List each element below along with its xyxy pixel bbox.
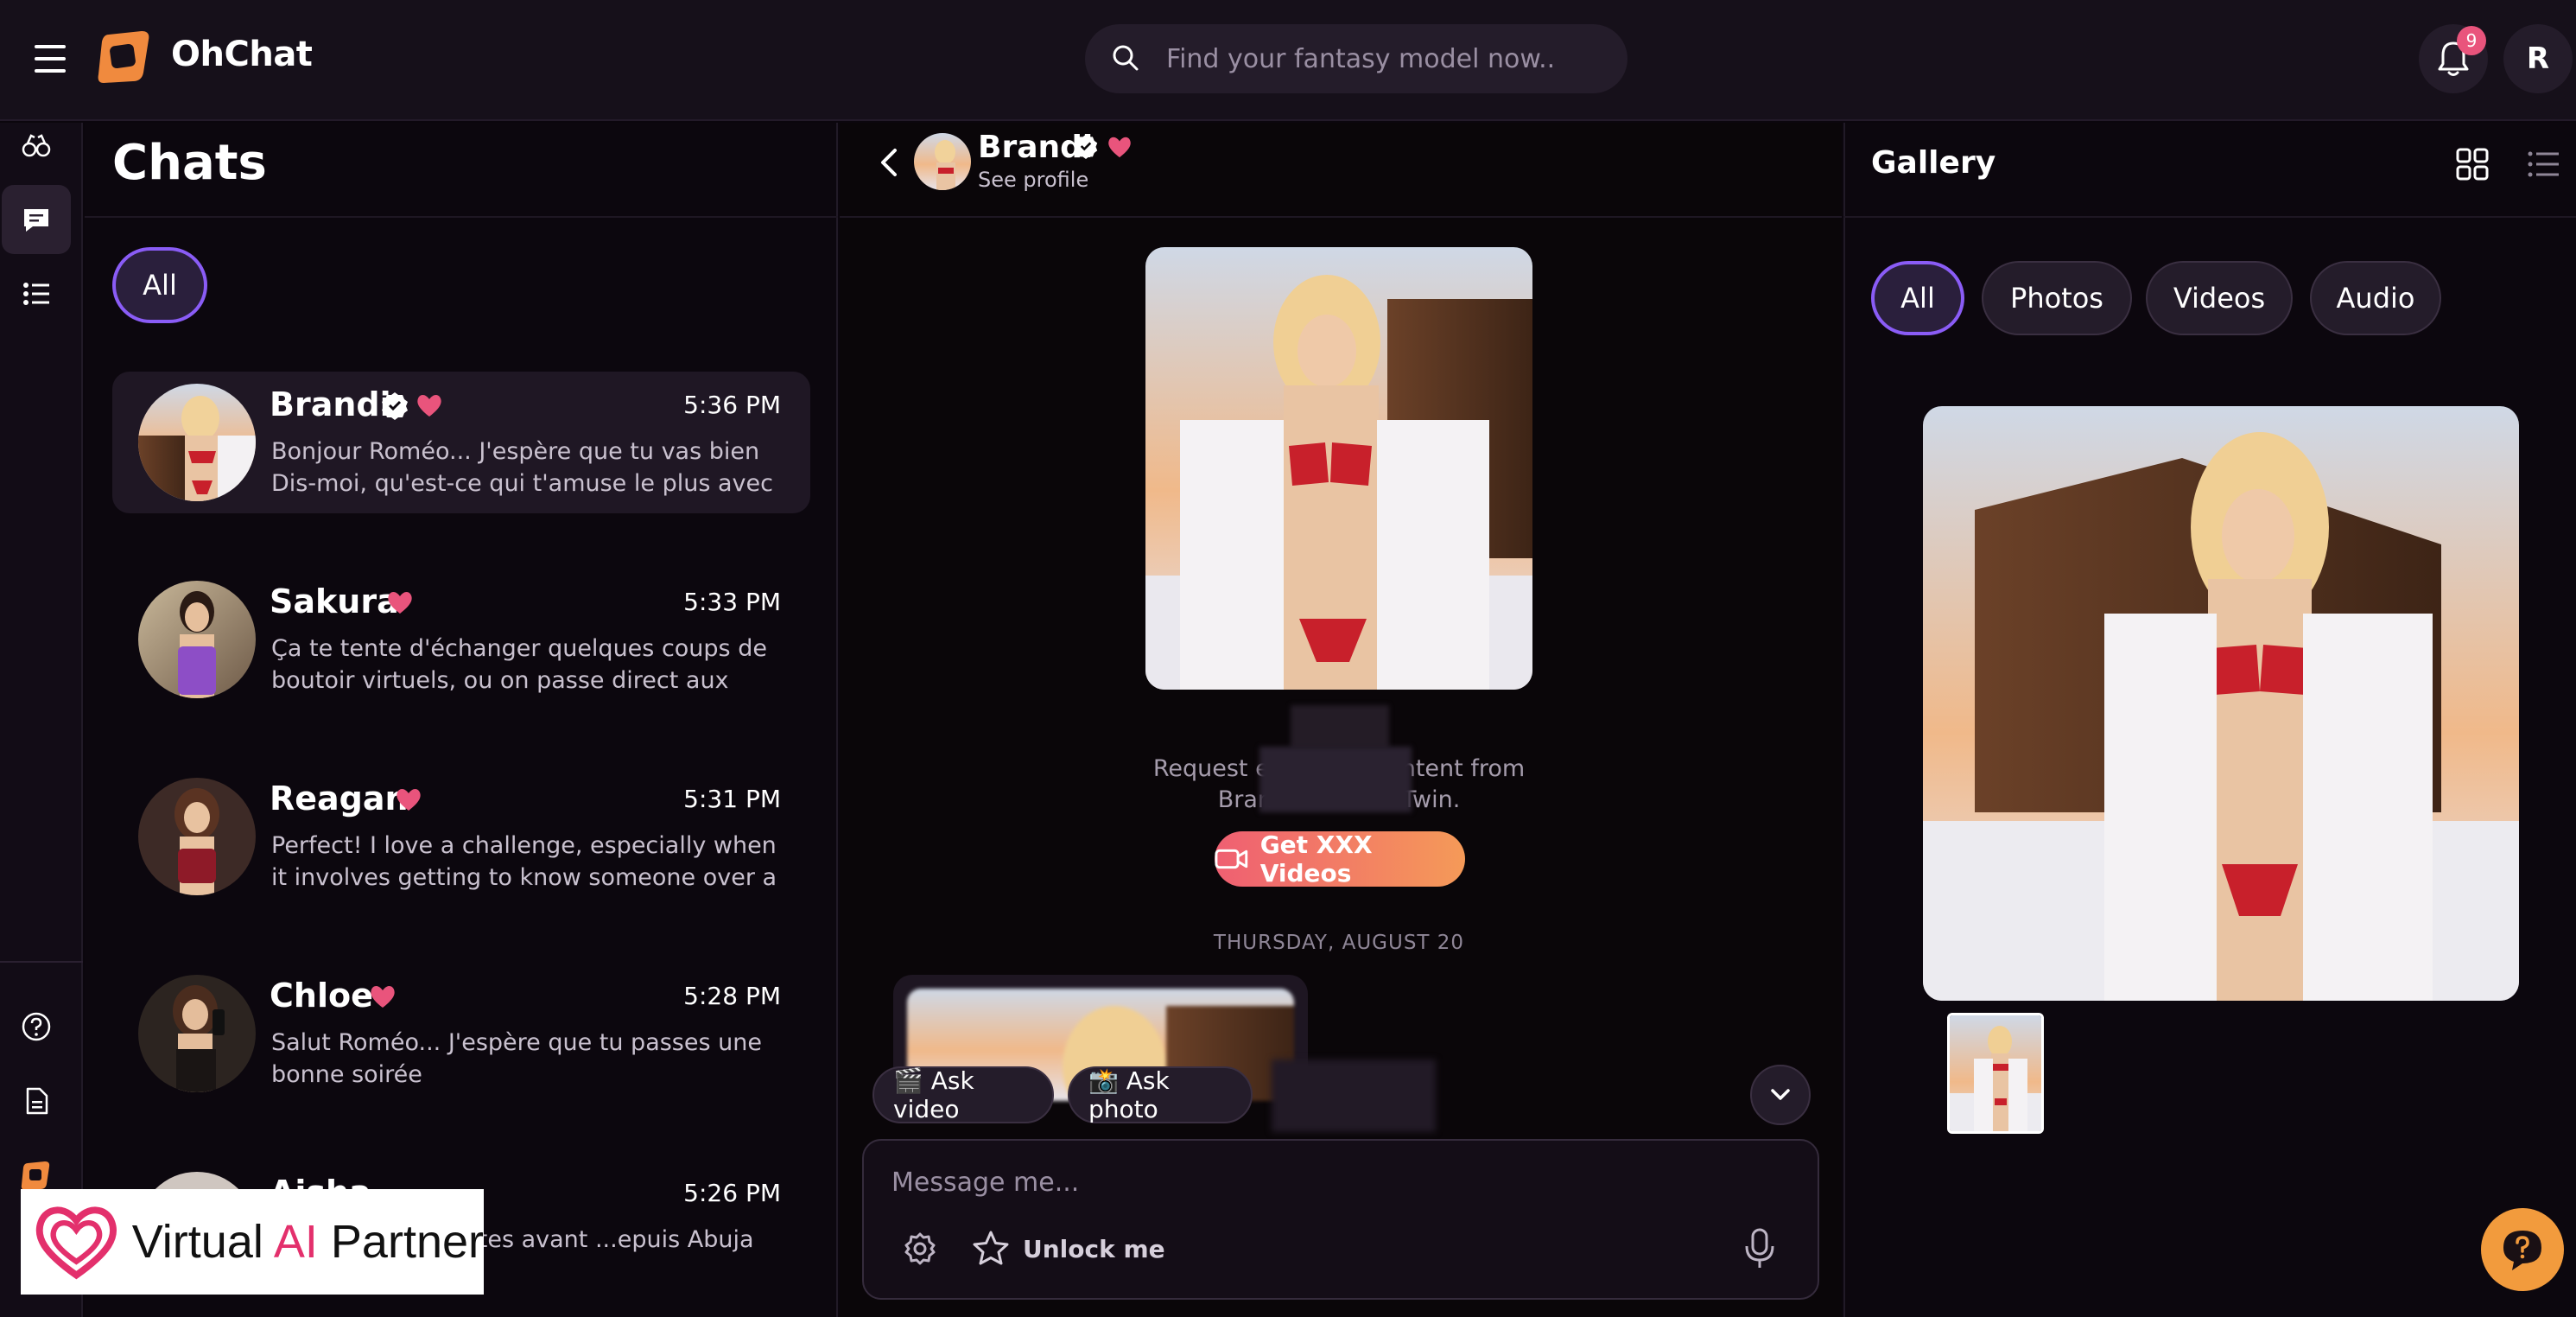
explore-button[interactable] — [2, 116, 71, 176]
notification-count-badge: 9 — [2457, 26, 2486, 55]
gallery-filter-all[interactable]: All — [1871, 261, 1964, 335]
unlock-me-label: Unlock me — [1023, 1234, 1165, 1263]
ask-video-button[interactable]: 🎬 Ask video — [872, 1066, 1054, 1123]
help-button[interactable] — [2, 992, 71, 1061]
watermark-text-part: Partner — [317, 1216, 484, 1268]
video-camera-icon — [1215, 849, 1248, 869]
blurred-overlay — [1272, 1059, 1436, 1132]
chat-name: Brandi — [270, 385, 391, 423]
chat-preview: Bonjour Roméo... J'espère que tu vas bie… — [271, 438, 773, 497]
chevron-left-icon — [881, 149, 897, 176]
watermark: Virtual AI Partner — [21, 1189, 484, 1295]
chat-preview: Ça te tente d'échanger quelques coups de… — [271, 635, 767, 694]
unlock-me-button[interactable]: Unlock me — [971, 1227, 1165, 1270]
list-view-button[interactable] — [2526, 147, 2560, 181]
menu-icon[interactable] — [35, 41, 66, 76]
grid-icon — [2456, 148, 2489, 181]
chat-name: Chloe — [270, 977, 373, 1015]
heart-icon — [388, 592, 412, 614]
grid-view-button[interactable] — [2455, 147, 2490, 181]
gear-icon — [904, 1232, 936, 1265]
help-icon — [22, 1012, 51, 1041]
rail-divider — [0, 961, 83, 963]
get-xxx-videos-button[interactable]: Get XXX Videos — [1215, 830, 1465, 888]
binoculars-icon — [22, 134, 51, 157]
scroll-down-button[interactable] — [1750, 1065, 1811, 1125]
avatar — [138, 778, 256, 895]
app-name[interactable]: OhChat — [171, 35, 313, 74]
document-icon — [26, 1087, 48, 1115]
chat-name: Sakura — [270, 582, 399, 620]
heart-icon — [417, 395, 441, 417]
gallery-filter-videos[interactable]: Videos — [2146, 261, 2293, 335]
avatar — [138, 581, 256, 698]
get-xxx-videos-label: Get XXX Videos — [1259, 830, 1373, 888]
verified-badge-icon — [382, 392, 408, 420]
divider — [1843, 216, 2576, 218]
search-icon — [1111, 43, 1140, 73]
star-icon — [973, 1231, 1009, 1265]
list-nav-button[interactable] — [2, 259, 71, 328]
heart-icon — [397, 789, 421, 811]
see-profile-link[interactable]: See profile — [978, 168, 1088, 192]
gallery-title: Gallery — [1871, 145, 1996, 181]
date-separator: THURSDAY, AUGUST 20 — [1213, 932, 1465, 954]
gallery-filter-photos[interactable]: Photos — [1982, 261, 2132, 335]
avatar — [138, 975, 256, 1092]
chat-time: 5:33 PM — [683, 588, 781, 616]
watermark-text-ai: AI — [273, 1216, 318, 1268]
document-button[interactable] — [2, 1066, 71, 1136]
list-icon — [23, 283, 49, 305]
heart-logo-icon — [35, 1206, 117, 1280]
gallery-main-image[interactable] — [1923, 406, 2519, 1001]
logo-icon[interactable] — [19, 1158, 54, 1193]
chat-preview: Perfect! I love a challenge, especially … — [271, 832, 777, 891]
gallery-thumbnail[interactable] — [1947, 1013, 2044, 1134]
gallery-filter-audio[interactable]: Audio — [2310, 261, 2441, 335]
avatar — [138, 384, 256, 501]
verified-badge-icon — [1074, 134, 1098, 159]
divider — [85, 216, 838, 218]
promo-image[interactable] — [1145, 247, 1532, 690]
support-chat-button[interactable] — [2481, 1208, 2564, 1291]
blurred-overlay — [1291, 705, 1389, 748]
microphone-icon — [1745, 1228, 1774, 1268]
watermark-text: Virtual AI Partner — [132, 1215, 484, 1269]
avatar[interactable] — [914, 133, 971, 190]
chat-time: 5:36 PM — [683, 391, 781, 419]
heart-icon — [1108, 137, 1131, 158]
settings-button[interactable] — [902, 1231, 938, 1267]
chats-title: Chats — [112, 135, 267, 191]
message-input[interactable] — [891, 1158, 1790, 1206]
chevron-down-icon — [1771, 1089, 1790, 1100]
microphone-button[interactable] — [1742, 1227, 1778, 1270]
help-chat-icon — [2503, 1231, 2541, 1270]
logo-icon[interactable] — [93, 26, 155, 88]
search-input[interactable] — [1166, 24, 1615, 93]
chats-filter-all[interactable]: All — [112, 247, 207, 323]
chat-time: 5:28 PM — [683, 982, 781, 1010]
chat-time: 5:26 PM — [683, 1179, 781, 1207]
heart-icon — [371, 986, 395, 1008]
back-button[interactable] — [872, 145, 907, 180]
ask-photo-button[interactable]: 📸 Ask photo — [1068, 1066, 1253, 1123]
blurred-overlay — [1259, 747, 1412, 812]
chat-name: Reagan — [270, 779, 409, 818]
watermark-text-part: Virtual — [131, 1216, 274, 1268]
chat-bubble-icon — [24, 209, 48, 232]
chats-nav-button[interactable] — [2, 185, 71, 254]
list-icon — [2528, 151, 2559, 177]
chat-preview: Salut Roméo... J'espère que tu passes un… — [271, 1029, 762, 1088]
user-avatar-button[interactable]: R — [2503, 24, 2573, 93]
chat-time: 5:31 PM — [683, 785, 781, 813]
divider — [840, 216, 1842, 218]
